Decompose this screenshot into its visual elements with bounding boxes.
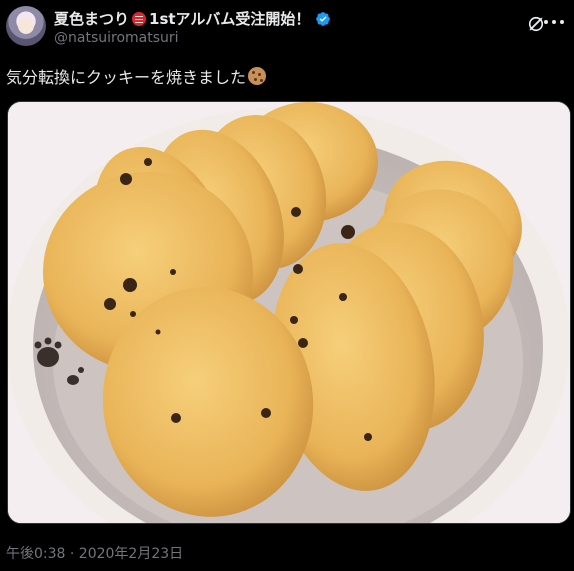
more-options-icon[interactable] xyxy=(544,20,564,26)
tweet-text-container: 気分転換にクッキーを焼きました xyxy=(6,64,267,88)
photo-illustration xyxy=(8,102,570,523)
cookie-emoji-icon xyxy=(248,67,267,85)
verified-badge-icon xyxy=(316,11,331,26)
grok-icon[interactable] xyxy=(526,14,546,34)
tweet-header: 夏色まつり 1stアルバム受注開始！ @natsuiromatsuri xyxy=(6,6,564,52)
account-handle[interactable]: @natsuiromatsuri xyxy=(54,30,179,46)
cookie-bowl-photo[interactable] xyxy=(7,101,571,524)
avatar[interactable] xyxy=(6,6,46,46)
display-name-suffix: 1stアルバム受注開始！ xyxy=(149,10,311,28)
red-flag-emoji-icon xyxy=(132,11,147,26)
display-name-prefix: 夏色まつり xyxy=(54,10,130,28)
tweet-timestamp[interactable]: 午後0:38 · 2020年2月23日 xyxy=(6,543,183,563)
avatar-face xyxy=(18,18,34,34)
display-name[interactable]: 夏色まつり 1stアルバム受注開始！ xyxy=(54,8,331,29)
tweet-text: 気分転換にクッキーを焼きました xyxy=(6,68,247,87)
